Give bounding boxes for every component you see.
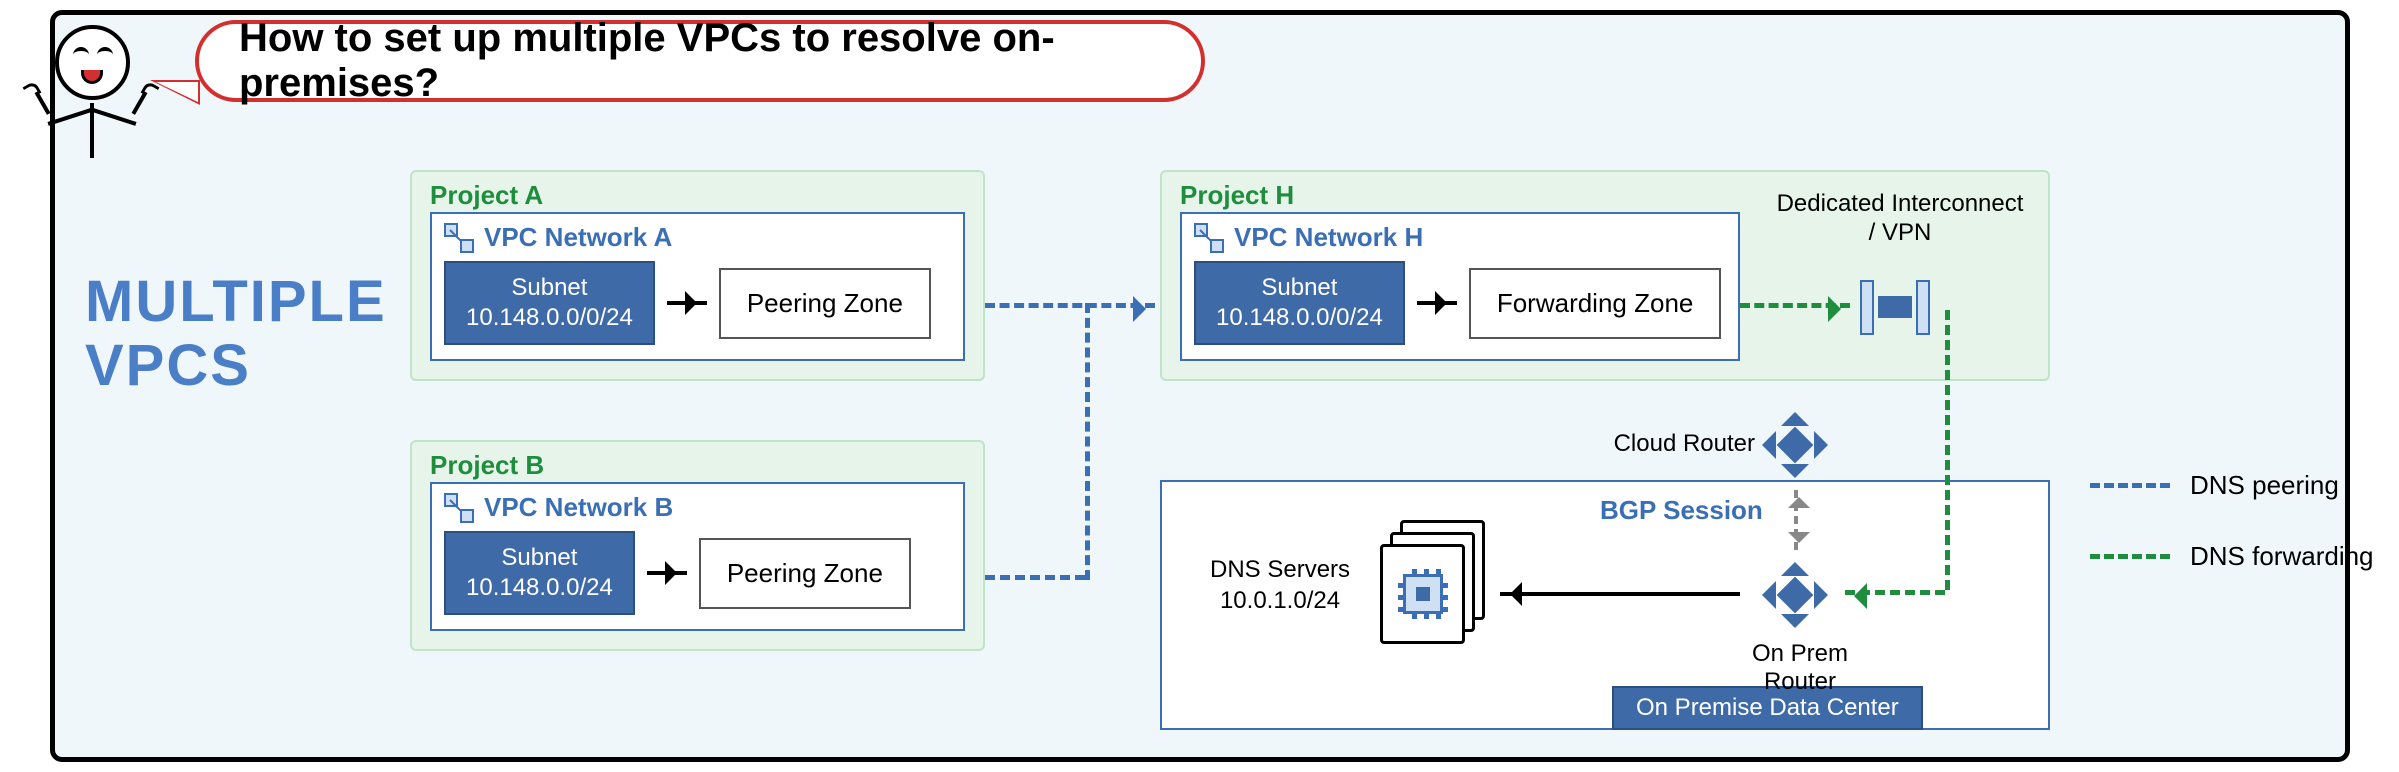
peering-zone-b: Peering Zone [699,538,911,609]
arrow-icon [1417,301,1457,305]
dns-forwarding-line [1945,310,1950,590]
dns-servers-cidr: 10.0.1.0/24 [1210,585,1350,616]
confused-person-icon [25,25,165,175]
diagram-title-line2: VPCS [85,334,387,398]
subnet-a: Subnet 10.148.0.0/0/24 [444,261,655,345]
chip-icon [1403,574,1443,614]
bgp-session-line [1794,490,1798,550]
project-h-label: Project H [1180,180,1294,211]
project-b-label: Project B [430,450,544,481]
question-title: How to set up multiple VPCs to resolve o… [239,16,1201,106]
vpc-h-name: VPC Network H [1234,222,1423,253]
dns-peering-line [985,303,1155,308]
legend-line-forwarding [2090,554,2170,559]
vpc-a-name: VPC Network A [484,222,672,253]
arrow-icon [1500,592,1740,596]
legend-line-peering [2090,483,2170,488]
vpc-icon [444,223,474,253]
forwarding-zone: Forwarding Zone [1469,268,1722,339]
legend: DNS peering DNS forwarding [2090,470,2374,612]
diagram-title-line1: MULTIPLE [85,270,387,334]
interconnect-icon [1860,280,1930,335]
dns-peering-line [1085,303,1090,580]
dns-forwarding-line [1845,590,1945,595]
legend-label-peering: DNS peering [2190,470,2339,501]
cloud-router-label: Cloud Router [1595,430,1755,458]
peering-zone-a: Peering Zone [719,268,931,339]
server-stack-icon [1380,520,1490,650]
diagram-title: MULTIPLE VPCS [85,270,387,398]
dns-servers-label: DNS Servers [1210,554,1350,585]
cloud-router-icon [1760,410,1830,480]
subnet-a-label: Subnet [466,273,633,303]
subnet-h-cidr: 10.148.0.0/0/24 [1216,303,1383,333]
subnet-b: Subnet 10.148.0.0/24 [444,531,635,615]
project-a-label: Project A [430,180,543,211]
speech-bubble: How to set up multiple VPCs to resolve o… [195,20,1205,102]
subnet-b-label: Subnet [466,543,613,573]
project-a-box: Project A VPC Network A Subnet 10.148.0.… [410,170,985,381]
vpc-icon [1194,223,1224,253]
vpc-network-h: VPC Network H Subnet 10.148.0.0/0/24 For… [1180,212,1740,361]
vpc-b-name: VPC Network B [484,492,673,523]
project-b-box: Project B VPC Network B Subnet 10.148.0.… [410,440,985,651]
vpc-icon [444,493,474,523]
vpc-network-b: VPC Network B Subnet 10.148.0.0/24 Peeri… [430,482,965,631]
vpc-network-a: VPC Network A Subnet 10.148.0.0/0/24 Pee… [430,212,965,361]
dns-forwarding-line [1740,303,1850,308]
bgp-session-label: BGP Session [1600,495,1763,526]
legend-label-forwarding: DNS forwarding [2190,541,2374,572]
onprem-router-icon [1760,560,1830,630]
subnet-h-label: Subnet [1216,273,1383,303]
dns-peering-line [985,575,1085,580]
subnet-b-cidr: 10.148.0.0/24 [466,573,613,603]
onprem-router-label: On Prem Router [1740,640,1860,696]
interconnect-label: Dedicated Interconnect / VPN [1770,190,2030,248]
arrow-icon [647,571,687,575]
subnet-h: Subnet 10.148.0.0/0/24 [1194,261,1405,345]
arrow-icon [667,301,707,305]
dns-servers: DNS Servers 10.0.1.0/24 [1210,520,1490,650]
subnet-a-cidr: 10.148.0.0/0/24 [466,303,633,333]
